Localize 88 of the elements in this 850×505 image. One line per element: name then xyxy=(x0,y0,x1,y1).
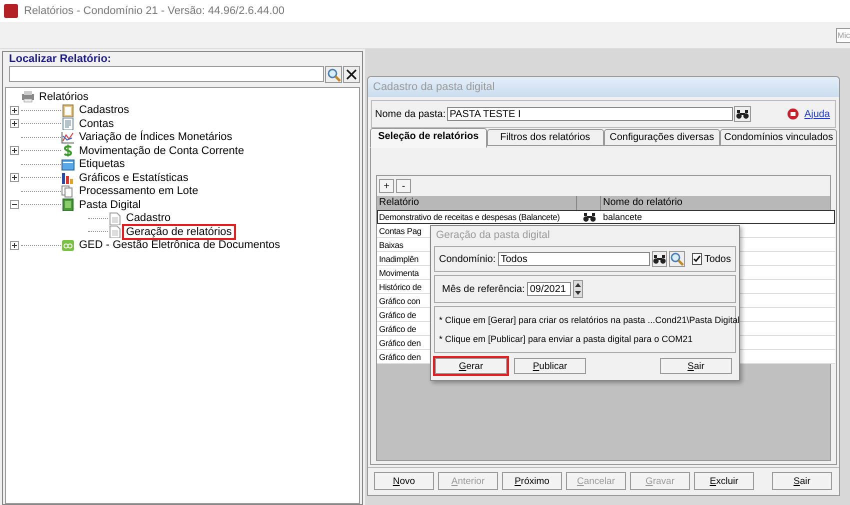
binoculars-icon xyxy=(582,212,596,222)
table-cell: Histórico de xyxy=(379,282,422,292)
column-header: Nome do relatório xyxy=(602,196,684,210)
remove-button[interactable]: - xyxy=(396,179,411,193)
collapse-toggle-icon[interactable] xyxy=(10,200,19,210)
expand-toggle-icon[interactable] xyxy=(10,119,19,128)
dialog-button[interactable]: Publicar xyxy=(514,358,586,374)
tree-item[interactable]: GED - Gestão Eletrônica de Documentos xyxy=(77,239,282,252)
tree-item[interactable]: Etiquetas xyxy=(77,158,127,170)
instruction-text: * Clique em [Publicar] para enviar a pasta digital para o COM21 xyxy=(439,334,693,344)
tree-item[interactable]: Pasta Digital xyxy=(77,198,143,211)
bar-chart-icon xyxy=(61,171,75,184)
expand-toggle-icon[interactable] xyxy=(10,146,19,156)
dialog-button[interactable]: Sair xyxy=(660,358,732,374)
line-chart-icon xyxy=(61,130,75,144)
table-cell: Inadimplên xyxy=(379,254,419,264)
expand-toggle-icon[interactable] xyxy=(10,240,19,250)
app-logo-icon xyxy=(4,4,18,18)
book-icon xyxy=(61,198,75,212)
add-button[interactable]: + xyxy=(379,179,394,193)
check-icon xyxy=(693,255,702,263)
document-icon xyxy=(61,117,75,130)
condominium-field[interactable]: Todos xyxy=(498,252,650,266)
tab[interactable]: Configurações diversas xyxy=(604,129,720,145)
expand-toggle-icon[interactable] xyxy=(10,106,19,115)
table-cell: Gráfico de xyxy=(379,324,416,334)
form-window-title: Cadastro da pasta digital xyxy=(368,77,839,97)
tree-item[interactable]: Geração de relatórios xyxy=(124,226,234,238)
tree-item[interactable]: Contas xyxy=(77,118,116,130)
binoculars-icon xyxy=(736,109,749,119)
clear-button[interactable] xyxy=(343,66,360,83)
table-cell: Baixas xyxy=(379,240,404,250)
search-icon xyxy=(670,252,684,266)
tab[interactable]: Condomínios vinculados xyxy=(720,129,837,145)
month-field[interactable]: 09/2021 xyxy=(526,282,571,296)
lookup-button[interactable] xyxy=(652,251,668,267)
dollar-icon xyxy=(61,144,75,158)
help-icon xyxy=(787,108,800,120)
table-cell: Gráfico de xyxy=(379,310,416,320)
tree-item[interactable]: Gráficos e Estatísticas xyxy=(77,172,190,184)
printer-icon xyxy=(21,90,35,104)
search-button[interactable] xyxy=(669,251,686,267)
dialog-title: Geração da pasta digital xyxy=(435,228,551,242)
toolbar-action-button[interactable]: Próximo xyxy=(502,472,562,490)
table-cell: Gráfico con xyxy=(379,296,420,306)
clipboard-icon xyxy=(61,104,75,117)
table-cell: Contas Pag xyxy=(379,226,422,236)
tab[interactable]: Seleção de relatórios xyxy=(370,128,487,148)
pages-icon xyxy=(61,184,75,198)
tree-item[interactable]: Cadastros xyxy=(77,104,132,116)
search-field[interactable] xyxy=(9,66,324,82)
folder-name-label: Nome da pasta: xyxy=(375,108,446,120)
table-cell-text: balancete xyxy=(602,212,644,222)
instruction-text: * Clique em [Gerar] para criar os relatórios na pasta ...Cond21\Pasta Digital xyxy=(439,315,740,325)
folder-name-field[interactable]: PASTA TESTE I xyxy=(446,107,733,121)
search-icon xyxy=(326,68,340,82)
finder-label: Localizar Relatório: xyxy=(8,52,112,66)
table-cell: Gráfico den xyxy=(379,338,421,348)
ged-icon xyxy=(61,238,75,252)
tree-item[interactable]: Movimentação de Conta Corrente xyxy=(77,144,246,157)
tree-item[interactable]: Variação de Índices Monetários xyxy=(77,131,234,144)
table-cell: Gráfico den xyxy=(379,352,421,362)
toolbar-action-button[interactable]: Excluir xyxy=(694,472,754,490)
binoculars-icon xyxy=(653,254,666,264)
table-cell: Demonstrativo de receitas e despesas (Balancete) xyxy=(379,212,560,222)
spinner-control[interactable] xyxy=(572,280,583,298)
table-cell: Movimenta xyxy=(379,268,419,278)
up-arrow-icon xyxy=(574,283,581,287)
tree-item[interactable]: Processamento em Lote xyxy=(77,185,200,198)
tab[interactable]: Filtros dos relatórios xyxy=(486,129,604,145)
toolbar-action-button[interactable]: Sair xyxy=(772,472,832,490)
close-icon xyxy=(346,69,357,80)
expand-toggle-icon[interactable] xyxy=(10,173,19,182)
month-label: Mês de referência: xyxy=(442,284,525,294)
label-icon xyxy=(61,158,75,171)
dialog-button[interactable]: Gerar xyxy=(435,358,507,374)
help-link[interactable]: Ajuda xyxy=(804,108,830,120)
window-title: Relatórios - Condomínio 21 - Versão: 44.96/2.6.44.00 xyxy=(24,5,284,17)
down-arrow-icon xyxy=(574,291,581,295)
checkbox[interactable] xyxy=(692,253,702,265)
condominium-label: Condomínio: xyxy=(439,254,496,264)
lookup-button[interactable] xyxy=(734,106,751,122)
search-button[interactable] xyxy=(325,66,342,83)
tree-item[interactable]: Relatórios xyxy=(37,90,91,103)
tree-item[interactable]: Cadastro xyxy=(124,212,173,224)
toolbar-action-button[interactable]: Novo xyxy=(374,472,434,490)
checkbox-label: Todos xyxy=(704,254,731,264)
grid-row[interactable]: Demonstrativo de receitas e despesas (Balancete) balancete xyxy=(377,210,835,224)
